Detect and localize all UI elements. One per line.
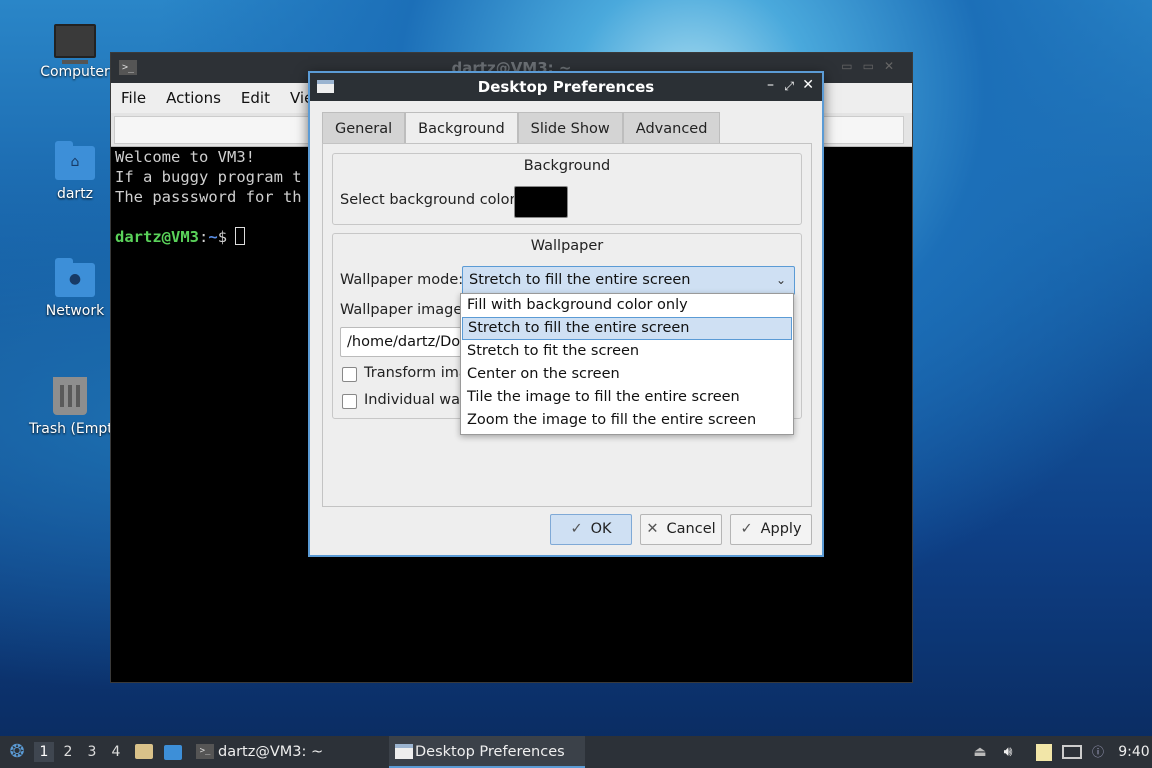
- desktop-icon-label: Trash (Empty): [29, 421, 115, 437]
- transform-image-checkbox[interactable]: [342, 367, 357, 382]
- menu-file[interactable]: File: [121, 89, 146, 107]
- background-group: Background Select background color:: [332, 153, 802, 225]
- tab-slide-show[interactable]: Slide Show: [517, 112, 623, 144]
- individual-wallpaper-label: Individual wall: [364, 392, 469, 408]
- workspace-4[interactable]: 4: [106, 742, 126, 762]
- trash-icon: [53, 377, 87, 415]
- group-title: Wallpaper: [530, 238, 604, 254]
- check-icon: ✓: [570, 521, 583, 537]
- dropdown-option[interactable]: Tile the image to fill the entire screen: [462, 386, 792, 409]
- dialog-title: Desktop Preferences: [477, 78, 655, 96]
- volume-icon[interactable]: 🔊︎: [998, 736, 1018, 768]
- wallpaper-image-label: Wallpaper image f: [340, 302, 473, 318]
- apply-button[interactable]: ✓ Apply: [730, 514, 812, 545]
- dropdown-option[interactable]: Fill with background color only: [462, 294, 792, 317]
- tab-general[interactable]: General: [322, 112, 406, 144]
- dropdown-option-selected[interactable]: Stretch to fill the entire screen: [462, 317, 792, 340]
- home-folder-icon: ⌂: [55, 141, 95, 180]
- wallpaper-mode-select[interactable]: Stretch to fill the entire screen ⌄: [462, 266, 795, 295]
- notification-icon[interactable]: ⓘ: [1090, 736, 1106, 768]
- menu-actions[interactable]: Actions: [166, 89, 221, 107]
- group-title: Background: [523, 158, 611, 174]
- clock[interactable]: 9:40: [1118, 736, 1150, 768]
- tab-bar: General Background Slide Show Advanced: [322, 112, 721, 145]
- network-folder-icon: ●: [55, 258, 95, 297]
- network-status-icon[interactable]: [1062, 745, 1082, 759]
- individual-wallpaper-checkbox[interactable]: [342, 394, 357, 409]
- window-controls[interactable]: ▭▭✕: [841, 59, 904, 73]
- terminal-icon: >_: [196, 744, 214, 759]
- workspace-1[interactable]: 1: [34, 742, 54, 762]
- minimize-icon[interactable]: –: [767, 77, 774, 93]
- x-icon: ✕: [646, 521, 659, 537]
- dialog-titlebar[interactable]: Desktop Preferences – ⤢ ✕: [310, 73, 822, 101]
- computer-icon: [54, 24, 96, 64]
- window-icon: [395, 744, 413, 759]
- check-icon: ✓: [740, 521, 753, 537]
- dropdown-option[interactable]: Center on the screen: [462, 363, 792, 386]
- task-terminal[interactable]: >_ dartz@VM3: ~: [192, 736, 382, 768]
- maximize-icon[interactable]: ⤢: [784, 79, 794, 94]
- wallpaper-mode-label: Wallpaper mode:: [340, 272, 464, 288]
- workspace-3[interactable]: 3: [82, 742, 102, 762]
- background-color-button[interactable]: [514, 186, 568, 218]
- clipboard-icon[interactable]: [1036, 744, 1052, 761]
- background-color-label: Select background color:: [340, 192, 521, 208]
- taskbar: ❂ 1 2 3 4 >_ dartz@VM3: ~ Desktop Prefer…: [0, 736, 1152, 768]
- file-manager-icon[interactable]: [135, 744, 153, 759]
- cancel-button[interactable]: ✕ Cancel: [640, 514, 722, 545]
- desktop-icon-trash[interactable]: Trash (Empty): [25, 377, 115, 437]
- workspace-2[interactable]: 2: [58, 742, 78, 762]
- start-menu-icon[interactable]: ❂: [6, 736, 28, 768]
- wallpaper-mode-dropdown: Fill with background color only Stretch …: [460, 293, 794, 435]
- tab-background[interactable]: Background: [405, 112, 518, 145]
- ok-button[interactable]: ✓ OK: [550, 514, 632, 545]
- dropdown-option[interactable]: Zoom the image to fill the entire screen: [462, 409, 792, 432]
- close-icon[interactable]: ✕: [802, 77, 814, 93]
- terminal-cursor: [235, 227, 246, 245]
- wallpaper-mode-value: Stretch to fill the entire screen: [469, 272, 691, 288]
- chevron-down-icon: ⌄: [775, 273, 786, 287]
- dropdown-option[interactable]: Stretch to fit the screen: [462, 340, 792, 363]
- tab-advanced[interactable]: Advanced: [622, 112, 721, 144]
- eject-icon[interactable]: ⏏: [972, 736, 988, 768]
- show-desktop-icon[interactable]: [164, 745, 182, 760]
- menu-edit[interactable]: Edit: [241, 89, 270, 107]
- transform-image-label: Transform ima: [364, 365, 468, 381]
- task-desktop-preferences[interactable]: Desktop Preferences: [389, 736, 585, 768]
